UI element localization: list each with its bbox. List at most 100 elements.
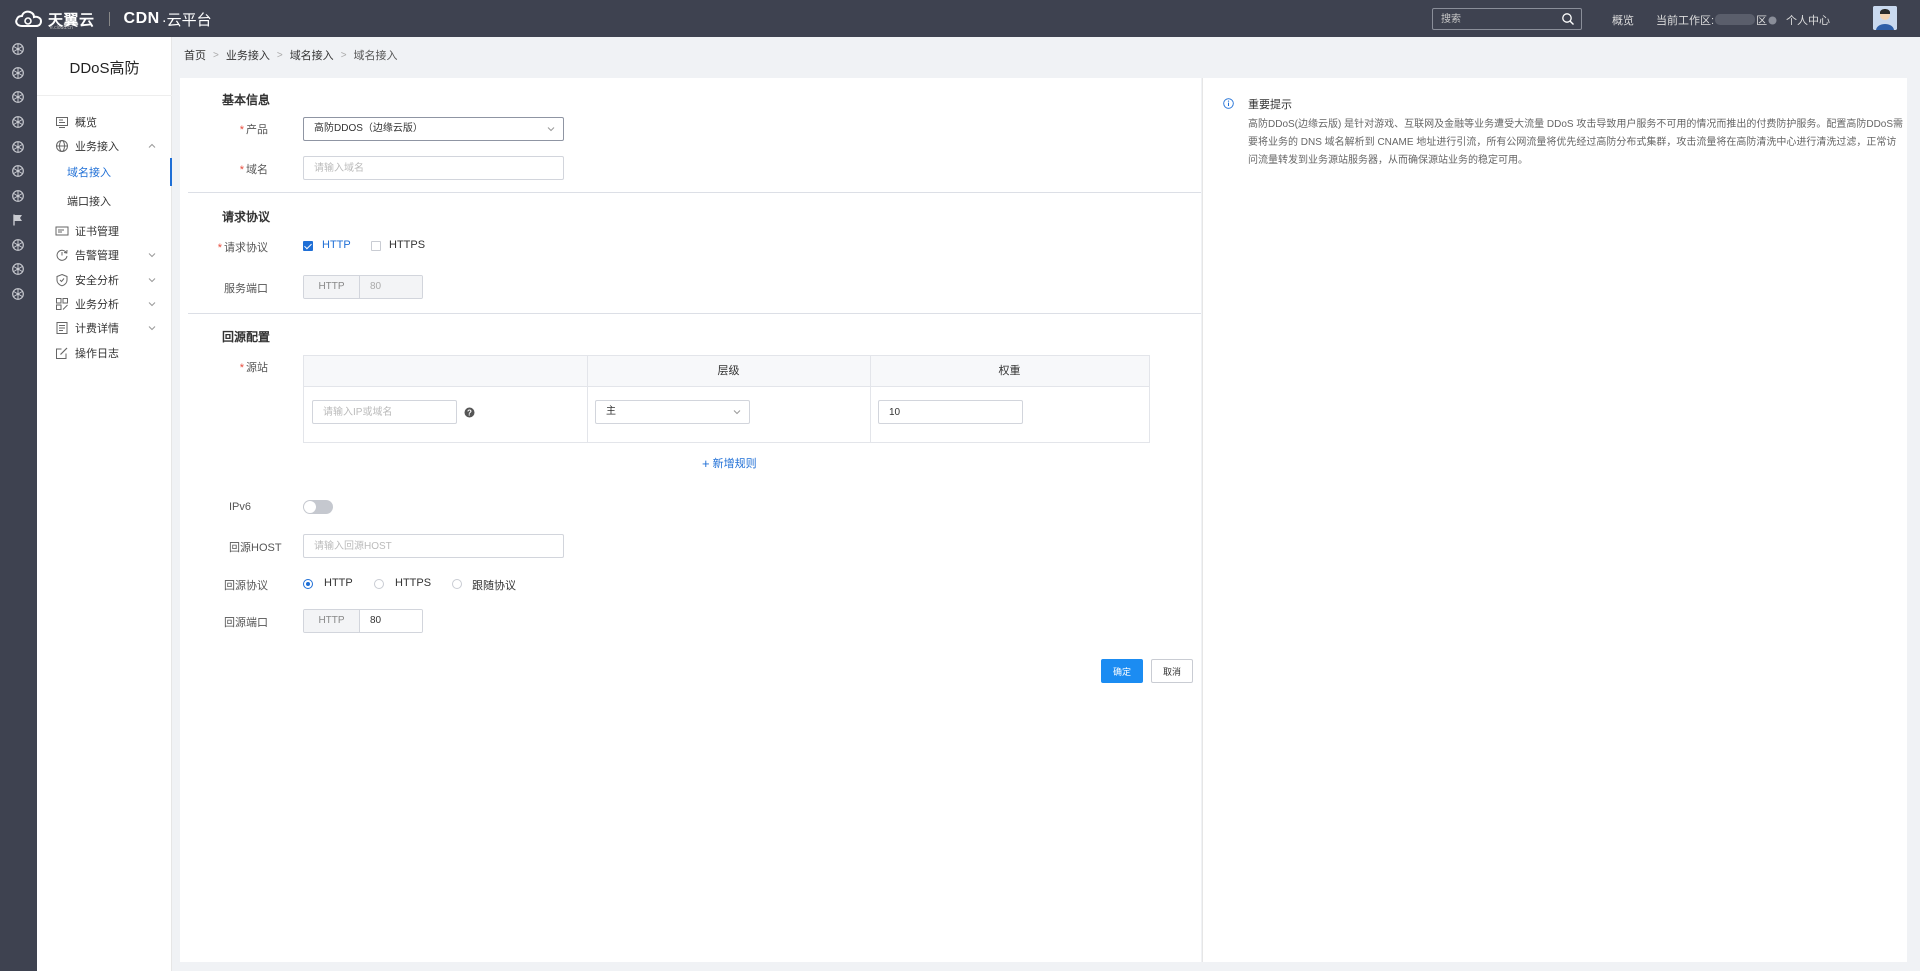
side-navigation: DDoS高防 概览 业务接入 域名接入 端口接入 证书管理 告警管理 安全分析 … xyxy=(37,37,172,971)
http-checkbox[interactable] xyxy=(303,241,313,251)
section-divider xyxy=(188,192,1201,193)
personal-center-link[interactable]: 个人中心 xyxy=(1786,12,1830,28)
edit-log-icon xyxy=(56,347,68,359)
service-port-label: 服务端口 xyxy=(224,283,268,295)
product-wheel-icon[interactable] xyxy=(11,189,25,203)
add-rule-label: 新增规则 xyxy=(712,458,757,470)
product-wheel-icon[interactable] xyxy=(11,140,25,154)
workspace-suffix: 区 xyxy=(1756,15,1768,27)
product-wheel-icon[interactable] xyxy=(11,90,25,104)
sidebar-item-business-access[interactable]: 业务接入 xyxy=(37,134,172,158)
service-port-value: 80 xyxy=(360,276,422,298)
global-search xyxy=(1432,8,1582,30)
product-wheel-icon[interactable] xyxy=(11,287,25,301)
product-wheel-icon[interactable] xyxy=(11,66,25,80)
chevron-down-icon xyxy=(148,326,156,331)
origin-port-field[interactable]: HTTP 80 xyxy=(303,609,423,633)
grid-chart-icon xyxy=(56,298,68,310)
chevron-down-icon xyxy=(547,127,555,132)
sidebar-item-billing[interactable]: 计费详情 xyxy=(37,316,172,340)
https-checkbox-label[interactable]: HTTPS xyxy=(389,239,425,251)
breadcrumb-home[interactable]: 首页 xyxy=(184,47,206,63)
workspace-selector[interactable]: 当前工作区: 区 xyxy=(1656,12,1777,28)
sidebar-item-label: 计费详情 xyxy=(75,323,119,335)
product-wheel-icon[interactable] xyxy=(11,262,25,276)
user-avatar-icon xyxy=(1873,6,1897,30)
origin-protocol-http-label[interactable]: HTTP xyxy=(324,577,353,589)
sidebar-item-label: 告警管理 xyxy=(75,250,119,262)
service-port-field: HTTP 80 xyxy=(303,275,423,299)
ipv6-toggle[interactable] xyxy=(303,500,333,514)
important-notice-panel: 重要提示 高防DDoS(边缘云版) 是针对游戏、互联网及金融等业务遭受大流量 D… xyxy=(1202,78,1907,962)
svg-text:?: ? xyxy=(467,408,472,417)
overview-link[interactable]: 概览 xyxy=(1612,12,1634,28)
origin-table: 层级 权重 ? 主 xyxy=(303,355,1150,443)
cancel-button[interactable]: 取消 xyxy=(1151,659,1193,683)
sidebar-item-domain-access[interactable]: 域名接入 xyxy=(37,158,172,186)
sidebar-item-label: 业务分析 xyxy=(75,299,119,311)
level-select[interactable]: 主 xyxy=(595,400,750,424)
sidebar-item-business-analysis[interactable]: 业务分析 xyxy=(37,292,172,316)
origin-protocol-follow-label[interactable]: 跟随协议 xyxy=(472,577,516,593)
origin-protocol-label: 回源协议 xyxy=(224,580,268,592)
origin-protocol-https-radio[interactable] xyxy=(374,579,384,589)
sidebar-item-operation-log[interactable]: 操作日志 xyxy=(37,341,172,365)
flag-icon[interactable] xyxy=(11,213,25,227)
sidebar-item-overview[interactable]: 概览 xyxy=(37,110,172,134)
sidebar-item-port-access[interactable]: 端口接入 xyxy=(37,187,172,215)
plus-icon: + xyxy=(702,455,710,471)
http-checkbox-label[interactable]: HTTP xyxy=(322,239,351,251)
sidebar-item-label: 概览 xyxy=(75,117,97,129)
logo-divider xyxy=(108,12,110,26)
sidebar-item-certificate[interactable]: 证书管理 xyxy=(37,219,172,243)
origin-protocol-https-label[interactable]: HTTPS xyxy=(395,577,431,589)
search-input[interactable] xyxy=(1433,9,1557,29)
billing-icon xyxy=(56,322,68,334)
domain-label: * 域名 xyxy=(239,164,268,176)
request-protocol-label: * 请求协议 xyxy=(217,242,268,254)
certificate-icon xyxy=(55,226,69,236)
breadcrumb-separator: > xyxy=(340,49,347,61)
notice-title: 重要提示 xyxy=(1248,99,1292,111)
refresh-alert-icon xyxy=(56,249,68,261)
origin-ip-input[interactable] xyxy=(312,400,457,424)
column-divider xyxy=(587,356,588,442)
avatar[interactable] xyxy=(1873,6,1897,30)
product-wheel-icon[interactable] xyxy=(11,238,25,252)
origin-protocol-follow-radio[interactable] xyxy=(452,579,462,589)
sidebar-item-label: 域名接入 xyxy=(67,167,111,179)
origin-table-header: 层级 权重 xyxy=(304,356,1149,387)
sidebar-item-alert[interactable]: 告警管理 xyxy=(37,243,172,267)
service-port-addon: HTTP xyxy=(304,276,360,298)
confirm-button[interactable]: 确定 xyxy=(1101,659,1143,683)
breadcrumb: 首页 > 业务接入 > 域名接入 > 域名接入 xyxy=(184,47,398,63)
product-rail xyxy=(0,37,37,971)
redacted-mask xyxy=(1715,14,1756,25)
domain-input[interactable] xyxy=(303,156,564,180)
origin-protocol-http-radio[interactable] xyxy=(303,579,313,589)
origin-source-label: * 源站 xyxy=(239,362,268,374)
https-checkbox[interactable] xyxy=(371,241,381,251)
product-wheel-icon[interactable] xyxy=(11,164,25,178)
product-select[interactable]: 高防DDOS（边缘云版） xyxy=(303,117,564,141)
search-icon[interactable] xyxy=(1561,12,1575,26)
breadcrumb-domain-access[interactable]: 域名接入 xyxy=(290,47,334,63)
section-request-protocol: 请求协议 xyxy=(222,210,271,224)
sidebar-item-label: 安全分析 xyxy=(75,275,119,287)
weight-input[interactable] xyxy=(878,400,1023,424)
help-icon[interactable]: ? xyxy=(464,407,475,418)
sidebar-item-label: 操作日志 xyxy=(75,348,119,360)
brand-logo[interactable]: 天翼云 e.cloud.cn CDN ·云平台 xyxy=(14,8,212,31)
sidebar-item-security-analysis[interactable]: 安全分析 xyxy=(37,268,172,292)
section-origin-config: 回源配置 xyxy=(222,330,271,344)
origin-port-value[interactable]: 80 xyxy=(360,610,422,632)
product-wheel-icon[interactable] xyxy=(11,42,25,56)
add-rule-button[interactable]: + 新增规则 xyxy=(702,455,757,471)
breadcrumb-separator: > xyxy=(276,49,283,61)
nav-divider xyxy=(37,95,172,96)
top-bar: 天翼云 e.cloud.cn CDN ·云平台 概览 当前工作区: 区 个人中心 xyxy=(0,0,1920,37)
breadcrumb-business-access[interactable]: 业务接入 xyxy=(226,47,270,63)
column-divider xyxy=(870,356,871,442)
origin-host-input[interactable] xyxy=(303,534,564,558)
product-wheel-icon[interactable] xyxy=(11,115,25,129)
